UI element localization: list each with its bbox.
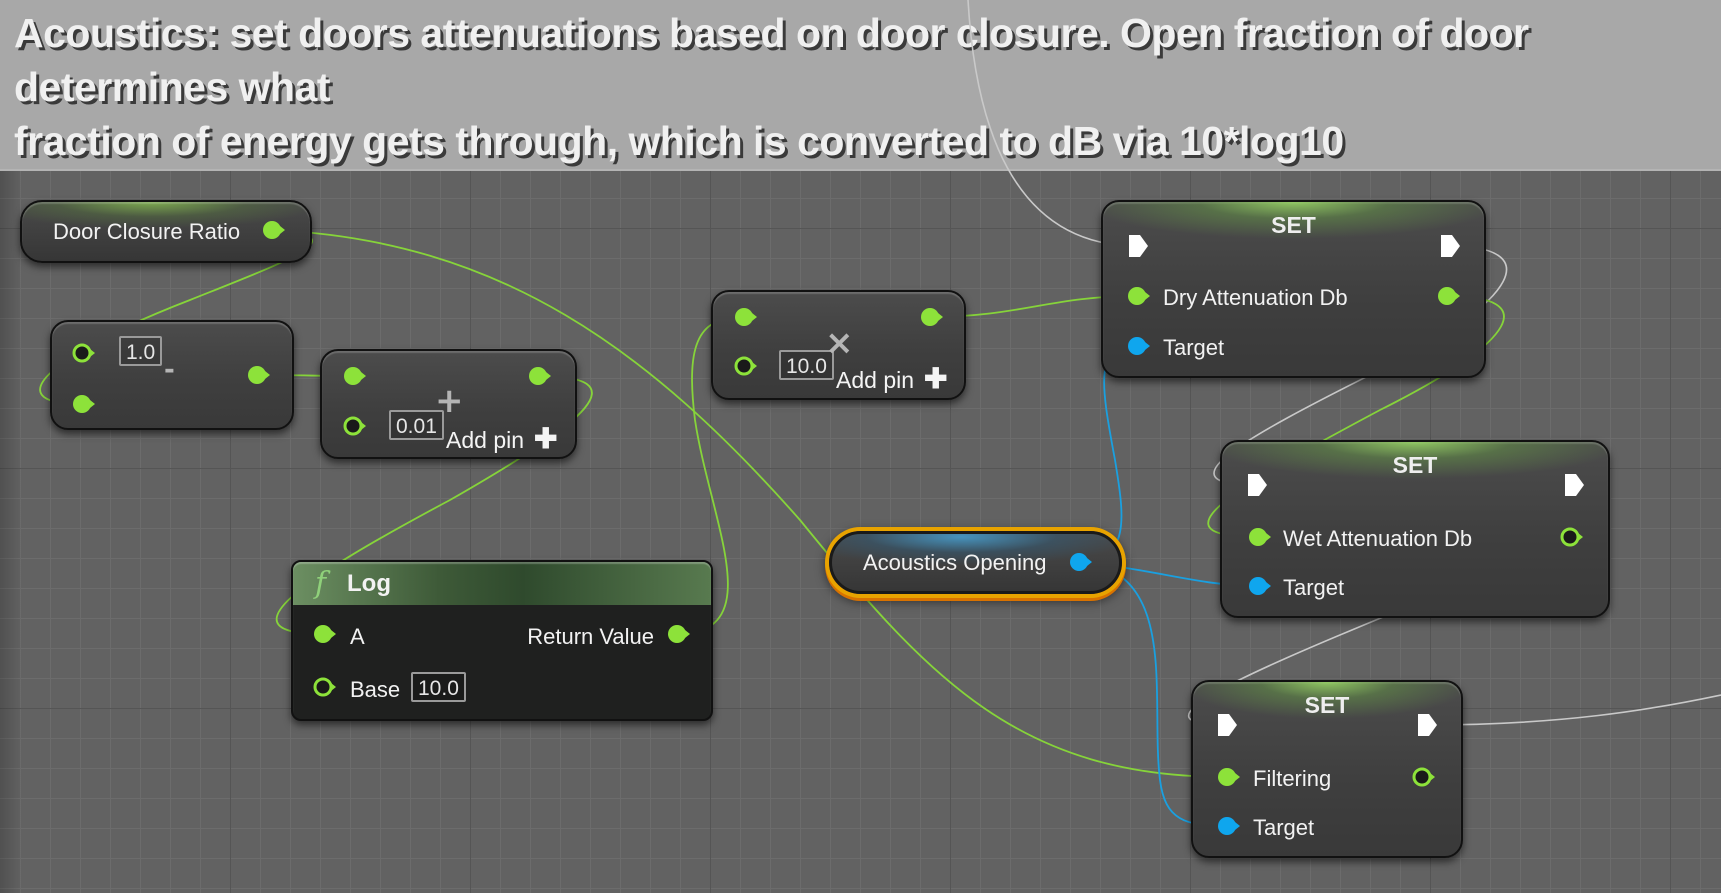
exec-output-pin[interactable] bbox=[1415, 714, 1437, 736]
acoustics-opening-label: Acoustics Opening bbox=[863, 550, 1047, 575]
filled-object-pin-icon bbox=[1070, 553, 1092, 571]
comment-line-1: Acoustics: set doors attenuations based … bbox=[14, 10, 1529, 56]
hollow-pin-icon bbox=[1412, 767, 1435, 787]
filled-object-pin-icon bbox=[1218, 817, 1240, 835]
log-function-node[interactable]: f Log A Base Return Value bbox=[291, 560, 713, 721]
comment-line-3: fraction of energy gets through, which i… bbox=[14, 118, 1344, 164]
hollow-pin-icon bbox=[72, 343, 95, 363]
add-pin-label: Add pin bbox=[446, 427, 525, 453]
exec-input-pin[interactable] bbox=[1126, 235, 1148, 257]
subtract-operator-icon: - bbox=[164, 355, 175, 385]
object-input-pin-target[interactable] bbox=[1126, 335, 1150, 357]
hollow-pin-icon bbox=[734, 356, 757, 376]
float-input-pin-a[interactable] bbox=[733, 306, 757, 328]
set-node-dry-attenuation[interactable]: SET Dry Attenuation Db Target bbox=[1101, 200, 1486, 378]
door-closure-ratio-label: Door Closure Ratio bbox=[53, 219, 241, 244]
hollow-pin-icon bbox=[1560, 527, 1583, 547]
filled-pin-icon bbox=[735, 308, 757, 326]
float-input-pin[interactable] bbox=[1126, 285, 1150, 307]
filled-object-pin-icon bbox=[1128, 337, 1150, 355]
function-icon: f bbox=[315, 566, 327, 601]
float-input-pin-a[interactable] bbox=[342, 365, 366, 387]
exec-pin-icon bbox=[1565, 474, 1584, 496]
plus-icon: ✚ bbox=[534, 423, 558, 454]
filled-pin-icon bbox=[1218, 768, 1240, 786]
comment-box-header[interactable]: Acoustics: set doors attenuations based … bbox=[0, 0, 1721, 171]
float-output-pin[interactable] bbox=[261, 219, 285, 241]
set-target-label: Target bbox=[1163, 335, 1225, 360]
add-operator-icon: + bbox=[435, 381, 464, 421]
add-pin-label: Add pin bbox=[836, 367, 915, 393]
object-input-pin-target[interactable] bbox=[1216, 815, 1240, 837]
filled-pin-icon bbox=[921, 308, 943, 326]
float-input-pin-b[interactable] bbox=[342, 415, 366, 437]
filled-pin-icon bbox=[344, 367, 366, 385]
float-input-pin[interactable] bbox=[1216, 766, 1240, 788]
exec-pin-icon bbox=[1418, 714, 1437, 736]
float-output-pin-return-value[interactable] bbox=[666, 623, 690, 645]
filled-object-pin-icon bbox=[1249, 577, 1271, 595]
float-output-pin[interactable] bbox=[1436, 285, 1460, 307]
exec-pin-icon bbox=[1129, 235, 1148, 257]
set-node-title: SET bbox=[1271, 212, 1316, 238]
log-node-title: Log bbox=[347, 570, 391, 597]
set-node-title: SET bbox=[1392, 452, 1438, 478]
filled-pin-icon bbox=[668, 625, 690, 643]
log-return-value-label: Return Value bbox=[527, 624, 654, 649]
multiply-operator-icon: × bbox=[825, 323, 854, 363]
set-value-label: Wet Attenuation Db bbox=[1283, 526, 1473, 551]
comment-line-2: determines what bbox=[14, 64, 331, 110]
object-input-pin-target[interactable] bbox=[1247, 575, 1271, 597]
set-node-wet-attenuation[interactable]: SET Wet Attenuation Db Target bbox=[1220, 440, 1610, 618]
filled-pin-icon bbox=[248, 366, 270, 384]
float-input-pin-base[interactable] bbox=[312, 676, 336, 698]
hollow-pin-icon bbox=[313, 677, 336, 697]
float-output-pin[interactable] bbox=[527, 365, 551, 387]
float-input-pin-a[interactable] bbox=[71, 342, 95, 364]
filled-pin-icon bbox=[1249, 528, 1271, 546]
filled-pin-icon bbox=[314, 625, 336, 643]
add-pin-button[interactable]: Add pin ✚ bbox=[446, 422, 557, 455]
object-output-pin[interactable] bbox=[1068, 551, 1092, 573]
exec-output-pin[interactable] bbox=[1562, 474, 1584, 496]
exec-pin-icon bbox=[1218, 714, 1237, 736]
set-target-label: Target bbox=[1283, 575, 1345, 600]
add-pin-button[interactable]: Add pin ✚ bbox=[836, 362, 947, 395]
log-base-field[interactable]: 10.0 bbox=[411, 672, 466, 702]
set-target-label: Target bbox=[1253, 815, 1315, 840]
exec-input-pin[interactable] bbox=[1245, 474, 1267, 496]
float-input-pin[interactable] bbox=[1247, 526, 1271, 548]
float-output-pin[interactable] bbox=[1559, 526, 1583, 548]
exec-pin-icon bbox=[1441, 235, 1460, 257]
exec-pin-icon bbox=[1248, 474, 1267, 496]
filled-pin-icon bbox=[529, 367, 551, 385]
set-value-label: Dry Attenuation Db bbox=[1163, 285, 1348, 310]
log-pin-base-label: Base bbox=[350, 677, 401, 702]
set-value-label: Filtering bbox=[1253, 766, 1332, 791]
plus-icon: ✚ bbox=[924, 363, 948, 394]
filled-pin-icon bbox=[73, 395, 95, 413]
exec-output-pin[interactable] bbox=[1438, 235, 1460, 257]
float-input-pin-b[interactable] bbox=[71, 393, 95, 415]
float-input-pin-b[interactable] bbox=[733, 355, 757, 377]
float-output-pin[interactable] bbox=[919, 306, 943, 328]
float-input-pin-a[interactable] bbox=[312, 623, 336, 645]
exec-input-pin[interactable] bbox=[1215, 714, 1237, 736]
float-output-pin[interactable] bbox=[1411, 766, 1435, 788]
filled-pin-icon bbox=[263, 221, 285, 239]
float-output-pin[interactable] bbox=[246, 364, 270, 386]
filled-pin-icon bbox=[1128, 287, 1150, 305]
subtract-input-a-field[interactable]: 1.0 bbox=[119, 336, 163, 366]
log-pin-a-label: A bbox=[350, 624, 365, 649]
hollow-pin-icon bbox=[343, 416, 366, 436]
filled-pin-icon bbox=[1438, 287, 1460, 305]
